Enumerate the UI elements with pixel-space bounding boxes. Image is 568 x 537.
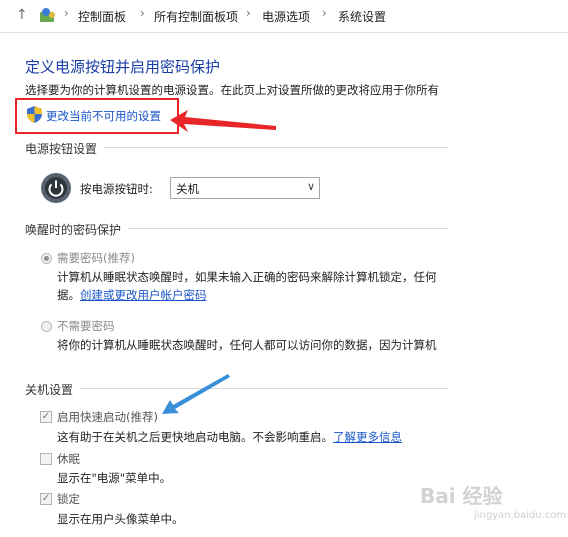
red-annotation-arrow-icon	[170, 110, 276, 132]
lock-checkbox[interactable]: ✓	[40, 493, 52, 505]
require-password-label: 需要密码(推荐)	[57, 251, 135, 265]
breadcrumb-power-options[interactable]: 电源选项	[262, 8, 310, 25]
shutdown-section-title: 关机设置	[25, 383, 74, 397]
no-password-label: 不需要密码	[57, 319, 115, 333]
baidu-watermark-logo: Bai 经验	[420, 484, 503, 508]
breadcrumb-all-items[interactable]: 所有控制面板项	[154, 8, 238, 25]
page-title: 定义电源按钮并启用密码保护	[25, 58, 221, 76]
create-change-password-link[interactable]: 创建或更改用户帐户密码	[80, 288, 207, 302]
power-button-section-title: 电源按钮设置	[25, 142, 98, 156]
fast-startup-checkbox[interactable]: ✓	[40, 411, 52, 423]
hibernate-checkbox[interactable]	[40, 453, 52, 465]
breadcrumb-separator-icon: ›	[246, 6, 251, 20]
fast-startup-desc: 这有助于在关机之后更快地启动电脑。不会影响重启。了解更多信息	[57, 429, 449, 445]
power-button-label: 按电源按钮时:	[80, 182, 153, 196]
address-bar: ↑ › 控制面板 › 所有控制面板项 › 电源选项 › 系统设置	[0, 0, 568, 33]
lock-label: 锁定	[57, 492, 80, 506]
learn-more-link[interactable]: 了解更多信息	[333, 430, 402, 444]
blue-annotation-arrow-icon	[162, 374, 230, 414]
hibernate-desc: 显示在"电源"菜单中。	[57, 471, 172, 485]
divider	[104, 147, 448, 148]
require-password-radio[interactable]	[41, 253, 52, 264]
divider	[80, 388, 448, 389]
control-panel-icon	[40, 8, 55, 22]
uac-shield-icon	[27, 106, 42, 123]
power-button-icon	[41, 173, 71, 203]
chevron-down-icon: ∨	[306, 180, 315, 193]
wake-password-section-title: 唤醒时的密码保护	[25, 223, 122, 237]
fast-startup-label: 启用快速启动(推荐)	[57, 410, 158, 424]
require-password-desc: 计算机从睡眠状态唤醒时，如果未输入正确的密码来解除计算机锁定，任何	[57, 270, 437, 284]
power-button-action-value: 关机	[176, 182, 199, 196]
breadcrumb-separator-icon: ›	[322, 6, 327, 20]
fast-startup-desc-text: 这有助于在关机之后更快地启动电脑。不会影响重启。	[57, 430, 333, 444]
hibernate-label: 休眠	[57, 452, 80, 466]
up-arrow-icon[interactable]: ↑	[16, 7, 28, 23]
no-password-desc: 将你的计算机从睡眠状态唤醒时，任何人都可以访问你的数据，因为计算机	[57, 338, 437, 352]
breadcrumb-control-panel[interactable]: 控制面板	[78, 8, 126, 25]
breadcrumb-system-settings[interactable]: 系统设置	[338, 8, 386, 25]
change-unavailable-settings-link[interactable]: 更改当前不可用的设置	[46, 108, 161, 124]
no-password-radio[interactable]	[41, 321, 52, 332]
divider	[128, 228, 448, 229]
require-password-desc-2: 据。创建或更改用户帐户密码	[57, 287, 449, 303]
require-password-desc-2-prefix: 据。	[57, 288, 80, 302]
lock-desc: 显示在用户头像菜单中。	[57, 512, 184, 526]
breadcrumb-separator-icon: ›	[140, 6, 145, 20]
page-intro: 选择要为你的计算机设置的电源设置。在此页上对设置所做的更改将应用于你所有	[25, 83, 439, 97]
power-button-action-select[interactable]: 关机 ∨	[170, 177, 320, 199]
breadcrumb-separator-icon: ›	[64, 6, 69, 20]
baidu-watermark-url: jingyan.baidu.com	[474, 510, 567, 521]
